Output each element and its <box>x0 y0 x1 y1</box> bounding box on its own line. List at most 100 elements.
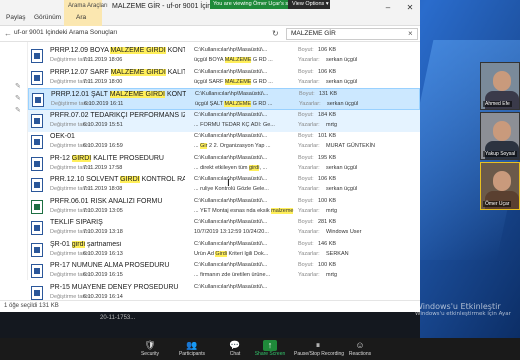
search-result-row[interactable]: PRRP.12.07 SARF MALZEME GİRDİ KALİTE...D… <box>28 67 420 89</box>
author-label: Yazarlar: <box>298 272 320 278</box>
file-path: C:\Kullanıcılar\hp\Masaüstü\... <box>194 283 268 290</box>
search-highlight: Girdi <box>215 250 228 257</box>
author-label: Yazarlar: <box>298 121 320 128</box>
file-name: PR-15 MUAYENE DENEY PROSEDÜRÜ <box>50 284 185 291</box>
address-bar: ← uf-or 9001 İçindeki Arama Sonuçları ↻ … <box>0 26 420 42</box>
content-snippet: ... FORMU TEDAR KÇ ADI: Ge... <box>194 122 294 128</box>
date-modified-value: 6.10.2019 16:13 <box>83 250 123 257</box>
size-value: 106 KB <box>318 68 337 75</box>
activation-subtitle: Windows'u etkinleştirmek için Ayar <box>415 311 511 317</box>
snippet-text: ... firmanın zde üretilen ürüne... <box>194 272 271 278</box>
content-snippet: üçgül SARF MALZEME G RD ... <box>194 78 294 85</box>
date-modified-value: 7.11.2019 18:06 <box>83 57 123 63</box>
content-snippet: Ürün Ad Girdi Kriteri lgili Dok... <box>194 250 294 257</box>
snippet-text: üçgül ŞALT <box>195 101 225 107</box>
search-result-row[interactable]: TEKLİF SİPARİŞ Değiştirme tarihi: 7.10.201… <box>28 217 420 239</box>
tab-share[interactable]: Paylaş <box>6 14 26 21</box>
size-value: 106 KB <box>318 176 337 182</box>
snippet-text: G RD ... <box>251 101 273 107</box>
security-button[interactable]: 🛡 Security <box>126 340 174 358</box>
snippet-text: G RD ... <box>251 78 273 85</box>
size-value: 101 KB <box>318 133 337 139</box>
date-modified-value: 6.10.2019 16:11 <box>84 101 124 107</box>
file-name-text: KONT... <box>167 47 185 54</box>
file-name-text: PR-17 NUMUNE ALMA PROSEDÜRÜ <box>50 262 170 269</box>
tab-search[interactable]: Ara <box>76 14 86 21</box>
file-path: C:\Kullanıcılar\hp\Masaüstü\... <box>194 262 268 268</box>
search-input[interactable]: MALZEME GİR <box>286 28 418 40</box>
file-name: PRFR.06.01 RİSK ANALİZİ FORMU <box>50 198 185 205</box>
file-name-text: PRFR.07.02 TEDARİKÇİ PERFORMANS İZLE... <box>50 111 185 119</box>
ribbon-bar: Arama Araçları Paylaş Görünüm Ara MALZEM… <box>0 0 420 26</box>
status-bar: 1 öğe seçildi 131 KB <box>0 300 420 312</box>
search-result-row[interactable]: PRFR.07.02 TEDARİKÇİ PERFORMANS İZLE...D… <box>28 109 420 132</box>
search-highlight: girdi <box>249 164 260 171</box>
author-value: serkan üçgül <box>327 101 359 107</box>
file-name: PR-12 GİRDİ KALİTE PROSEDÜRÜ <box>50 154 185 162</box>
participants-button[interactable]: 👥 Participants <box>168 340 216 358</box>
pin-icon[interactable]: ✎ <box>15 82 21 90</box>
close-icon[interactable]: ✕ <box>404 3 416 13</box>
file-name: PRRP.12.07 SARF MALZEME GİRDİ KALİTE... <box>50 68 185 76</box>
address-path-text: uf-or 9001 İçindeki Arama Sonuçları <box>14 29 118 36</box>
meeting-controls-bar: 🛡 Security 👥 Participants 💬 Chat ↑ Share Screen… <box>0 338 520 360</box>
file-name: PRRP.12.09 BOYA MALZEME GİRDİ KONT... <box>50 47 185 54</box>
size-label: Boyut: <box>298 47 314 53</box>
participant-tile[interactable]: Ahmed Efe <box>480 62 520 110</box>
file-name: ŞR-01 girdi şartnamesi <box>50 240 185 248</box>
author-label: Yazarlar: <box>298 78 320 85</box>
search-result-row[interactable]: ŞR-01 girdi şartnamesi Değiştirme tarihi:… <box>28 239 420 261</box>
snippet-text: Ürün Ad <box>194 250 216 257</box>
content-snippet: ... direkt etkileyen tüm girdi, ... <box>194 164 294 171</box>
clear-search-icon[interactable]: × <box>408 29 413 38</box>
search-result-row[interactable]: PR-12 GİRDİ KALİTE PROSEDÜRÜ Değiştirme t… <box>28 153 420 175</box>
snippet-text: 10/7/2019 13:12:59 10/24/20... <box>194 229 269 235</box>
participant-tile[interactable]: Yakup Soysal <box>480 112 520 160</box>
pause-stop-recording-button[interactable]: ⏸ Pause/Stop Recording <box>294 340 344 358</box>
file-name: PRRP.12.01 ŞALT MALZEME GİRDİ KONTRO... <box>51 91 186 98</box>
search-result-row[interactable]: PR-17 NUMUNE ALMA PROSEDÜRÜ Değiştirme ta… <box>28 260 420 282</box>
address-path-field[interactable]: uf-or 9001 İçindeki Arama Sonuçları <box>14 29 279 39</box>
mouse-cursor-icon: I <box>227 178 230 189</box>
pin-icon[interactable]: ✎ <box>15 94 21 102</box>
file-name-text: PRRP.12.09 BOYA <box>50 47 111 54</box>
file-name-text: PR-12 <box>50 154 72 162</box>
author-label: Yazarlar: <box>298 143 320 149</box>
search-result-row[interactable]: PR-15 MUAYENE DENEY PROSEDÜRÜ Değiştirme … <box>28 282 420 301</box>
search-result-row[interactable]: PRR.12.10 SOLVENT GİRDİ KONTROL RA...Değ… <box>28 174 420 196</box>
reactions-button[interactable]: ☺ Reactions <box>336 340 384 358</box>
participant-tile-active-speaker[interactable]: Ömer Uçar <box>480 162 520 210</box>
content-snippet: ... firmanın zde üretilen ürüne... <box>194 272 294 278</box>
date-modified-value: 7.10.2019 13:18 <box>83 229 123 235</box>
file-name: PRR.12.10 SOLVENT GİRDİ KONTROL RA... <box>50 176 185 183</box>
content-snippet: üçgül ŞALT MALZEME G RD ... <box>195 101 295 107</box>
back-arrow-icon[interactable]: ← <box>4 29 12 38</box>
tab-view[interactable]: Görünüm <box>34 14 61 21</box>
file-path: C:\Kullanıcılar\hp\Masaüstü\... <box>194 197 268 204</box>
view-options-button[interactable]: View Options ▾ <box>288 0 330 9</box>
file-name-text: KONTROL RA... <box>141 176 185 183</box>
minimize-icon[interactable]: – <box>382 3 394 13</box>
size-value: 195 KB <box>318 154 337 161</box>
search-result-row[interactable]: PRRP.12.01 ŞALT MALZEME GİRDİ KONTRO...D… <box>28 88 420 110</box>
search-result-row[interactable]: PRFR.06.01 RİSK ANALİZİ FORMU Değiştirme … <box>28 196 420 218</box>
file-name-text: ŞR-01 <box>50 240 72 248</box>
file-name-text: PR-15 MUAYENE DENEY PROSEDÜRÜ <box>50 283 179 291</box>
author-label: Yazarlar: <box>298 57 320 63</box>
content-snippet: 10/7/2019 13:12:59 10/24/20... <box>194 229 294 235</box>
author-value: mrtg <box>326 272 337 278</box>
refresh-icon[interactable]: ↻ <box>272 29 279 38</box>
author-value: SERKAN <box>326 250 349 257</box>
share-screen-button[interactable]: ↑ Share Screen <box>246 340 294 358</box>
search-highlight: MALZEME GİRDİ <box>110 47 166 54</box>
word-file-icon <box>31 178 43 192</box>
search-result-row[interactable]: OEK-01 Değiştirme tarihi: 6.10.2019 16:59 C… <box>28 131 420 153</box>
snippet-text: Kriteri lgili Dok... <box>227 250 269 257</box>
search-result-row[interactable]: PRRP.12.09 BOYA MALZEME GİRDİ KONT...Değ… <box>28 45 420 67</box>
file-name-text: KALİTE PROSEDÜRÜ <box>91 154 164 162</box>
size-value: 146 KB <box>318 240 337 247</box>
pin-icon[interactable]: ✎ <box>15 106 21 114</box>
size-label: Boyut: <box>298 197 314 204</box>
file-name: OEK-01 <box>50 133 185 140</box>
author-value: serkan üçgül <box>326 57 358 63</box>
